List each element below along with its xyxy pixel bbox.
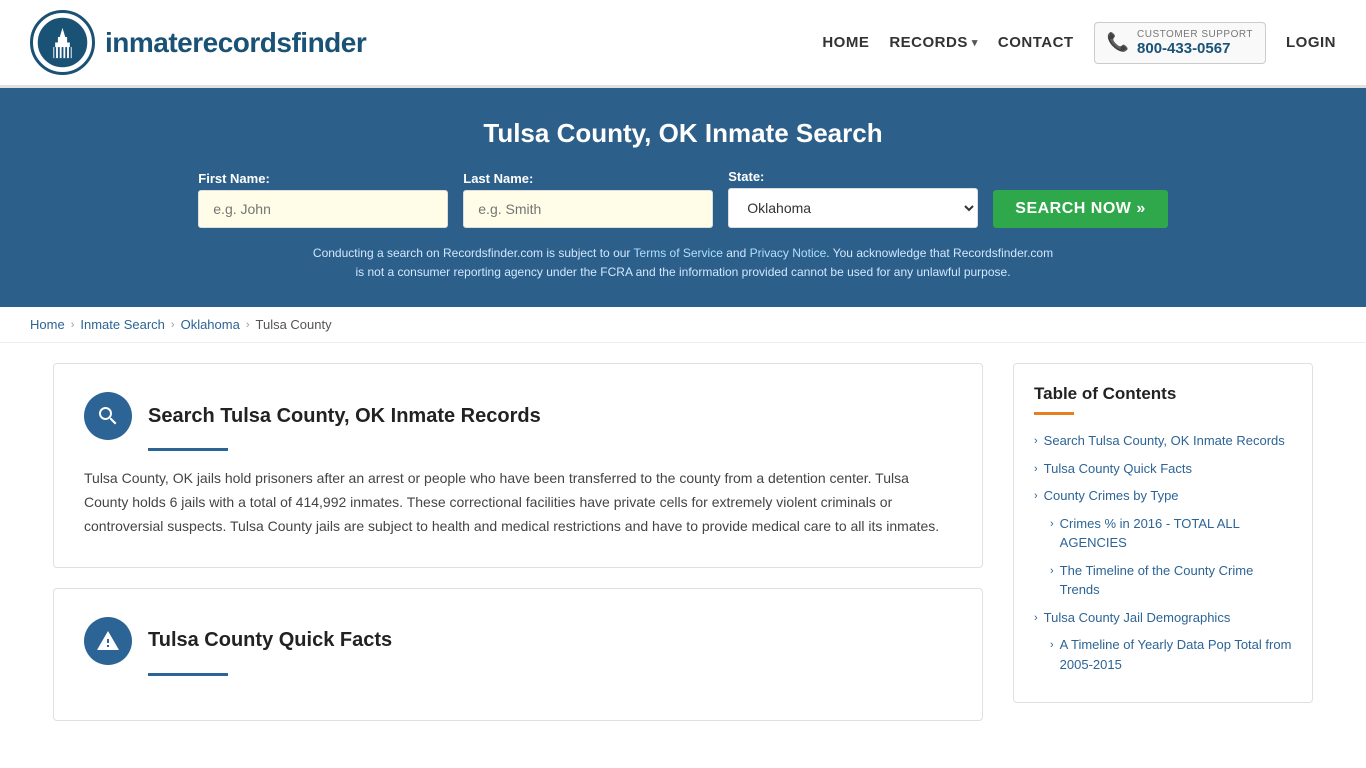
warning-icon <box>96 629 120 653</box>
main-nav: HOME RECORDS ▾ CONTACT 📞 CUSTOMER SUPPOR… <box>822 22 1336 64</box>
toc-link-3[interactable]: › County Crimes by Type <box>1034 486 1292 506</box>
search-card-icon <box>84 392 132 440</box>
chevron-right-icon-7: › <box>1050 637 1054 654</box>
quickfacts-card-header: Tulsa County Quick Facts <box>84 617 952 665</box>
logo-area: inmaterecordsfinder <box>30 10 366 75</box>
state-label: State: <box>728 169 764 184</box>
breadcrumb-sep-1: › <box>71 319 75 331</box>
toc-link-1[interactable]: › Search Tulsa County, OK Inmate Records <box>1034 431 1292 451</box>
customer-support-box[interactable]: 📞 CUSTOMER SUPPORT 800-433-0567 <box>1094 22 1266 64</box>
main-content: Search Tulsa County, OK Inmate Records T… <box>23 343 1343 760</box>
search-icon <box>96 404 120 428</box>
toc-item-2: › Tulsa County Quick Facts <box>1034 459 1292 479</box>
last-name-label: Last Name: <box>463 171 533 186</box>
first-name-group: First Name: <box>198 171 448 228</box>
first-name-input[interactable] <box>198 190 448 228</box>
breadcrumb-home[interactable]: Home <box>30 317 65 332</box>
toc-item-3: › County Crimes by Type <box>1034 486 1292 506</box>
toc-underline <box>1034 412 1074 415</box>
toc-list: › Search Tulsa County, OK Inmate Records… <box>1034 431 1292 674</box>
content-area: Search Tulsa County, OK Inmate Records T… <box>53 363 1013 740</box>
breadcrumb-sep-2: › <box>171 319 175 331</box>
quickfacts-card-underline <box>148 673 228 676</box>
quickfacts-card-icon <box>84 617 132 665</box>
customer-support-text: CUSTOMER SUPPORT 800-433-0567 <box>1137 29 1253 57</box>
nav-login[interactable]: LOGIN <box>1286 34 1336 51</box>
toc-link-6[interactable]: › Tulsa County Jail Demographics <box>1034 608 1292 628</box>
search-form: First Name: Last Name: State: Oklahoma A… <box>20 169 1346 228</box>
toc-link-4[interactable]: › Crimes % in 2016 - TOTAL ALL AGENCIES <box>1050 514 1292 553</box>
search-card-body: Tulsa County, OK jails hold prisoners af… <box>84 467 952 538</box>
nav-contact[interactable]: CONTACT <box>998 34 1074 51</box>
toc-link-2[interactable]: › Tulsa County Quick Facts <box>1034 459 1292 479</box>
breadcrumb-oklahoma[interactable]: Oklahoma <box>181 317 240 332</box>
search-card-underline <box>148 448 228 451</box>
chevron-right-icon-4: › <box>1050 516 1054 533</box>
search-button[interactable]: SEARCH NOW » <box>993 190 1167 228</box>
sidebar: Table of Contents › Search Tulsa County,… <box>1013 363 1313 740</box>
toc-item-7: › A Timeline of Yearly Data Pop Total fr… <box>1050 635 1292 674</box>
chevron-right-icon-5: › <box>1050 563 1054 580</box>
nav-home[interactable]: HOME <box>822 34 869 51</box>
hero-section: Tulsa County, OK Inmate Search First Nam… <box>0 88 1366 307</box>
phone-icon: 📞 <box>1107 32 1129 53</box>
search-card: Search Tulsa County, OK Inmate Records T… <box>53 363 983 567</box>
hero-title: Tulsa County, OK Inmate Search <box>20 118 1346 149</box>
hero-disclaimer: Conducting a search on Recordsfinder.com… <box>308 244 1058 282</box>
last-name-group: Last Name: <box>463 171 713 228</box>
breadcrumb-sep-3: › <box>246 319 250 331</box>
toc-link-7[interactable]: › A Timeline of Yearly Data Pop Total fr… <box>1050 635 1292 674</box>
chevron-right-icon: › <box>1034 433 1038 450</box>
state-select[interactable]: Oklahoma Alabama Alaska Arizona Arkansas… <box>728 188 978 228</box>
chevron-right-icon-3: › <box>1034 488 1038 505</box>
quickfacts-card: Tulsa County Quick Facts <box>53 588 983 721</box>
terms-link[interactable]: Terms of Service <box>634 246 723 260</box>
logo-icon <box>30 10 95 75</box>
logo-text: inmaterecordsfinder <box>105 27 366 59</box>
toc-item-1: › Search Tulsa County, OK Inmate Records <box>1034 431 1292 451</box>
breadcrumb-inmate-search[interactable]: Inmate Search <box>80 317 165 332</box>
toc-link-5[interactable]: › The Timeline of the County Crime Trend… <box>1050 561 1292 600</box>
nav-records[interactable]: RECORDS ▾ <box>889 34 978 51</box>
chevron-right-icon-2: › <box>1034 461 1038 478</box>
toc-title: Table of Contents <box>1034 384 1292 404</box>
toc-card: Table of Contents › Search Tulsa County,… <box>1013 363 1313 703</box>
breadcrumb-tulsa-county: Tulsa County <box>256 317 332 332</box>
chevron-down-icon: ▾ <box>972 36 978 49</box>
search-card-header: Search Tulsa County, OK Inmate Records <box>84 392 952 440</box>
toc-item-6: › Tulsa County Jail Demographics <box>1034 608 1292 628</box>
breadcrumb: Home › Inmate Search › Oklahoma › Tulsa … <box>0 307 1366 343</box>
chevron-right-icon-6: › <box>1034 610 1038 627</box>
search-card-title: Search Tulsa County, OK Inmate Records <box>148 405 541 428</box>
first-name-label: First Name: <box>198 171 270 186</box>
toc-item-5: › The Timeline of the County Crime Trend… <box>1050 561 1292 600</box>
quickfacts-card-title: Tulsa County Quick Facts <box>148 629 392 652</box>
last-name-input[interactable] <box>463 190 713 228</box>
state-group: State: Oklahoma Alabama Alaska Arizona A… <box>728 169 978 228</box>
toc-item-4: › Crimes % in 2016 - TOTAL ALL AGENCIES <box>1050 514 1292 553</box>
privacy-link[interactable]: Privacy Notice <box>750 246 827 260</box>
site-header: inmaterecordsfinder HOME RECORDS ▾ CONTA… <box>0 0 1366 88</box>
